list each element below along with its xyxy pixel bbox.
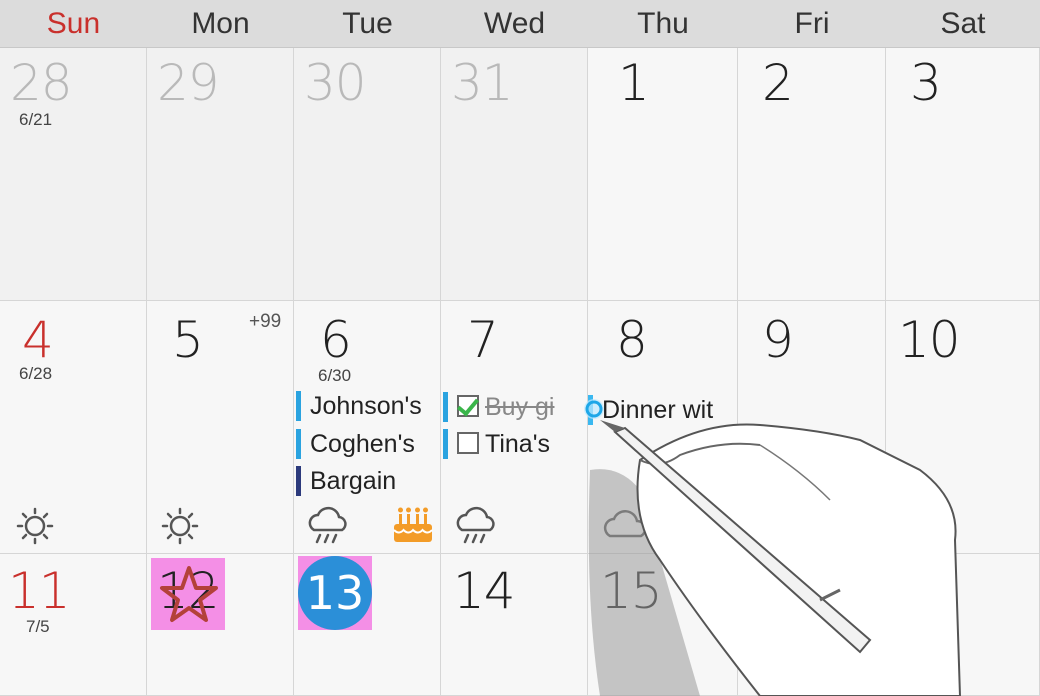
calendar-month-view: Sun Mon Tue Wed Thu Fri Sat 28 6/21 29 3… bbox=[0, 0, 1040, 696]
hand-with-stylus-overlay bbox=[588, 420, 962, 696]
